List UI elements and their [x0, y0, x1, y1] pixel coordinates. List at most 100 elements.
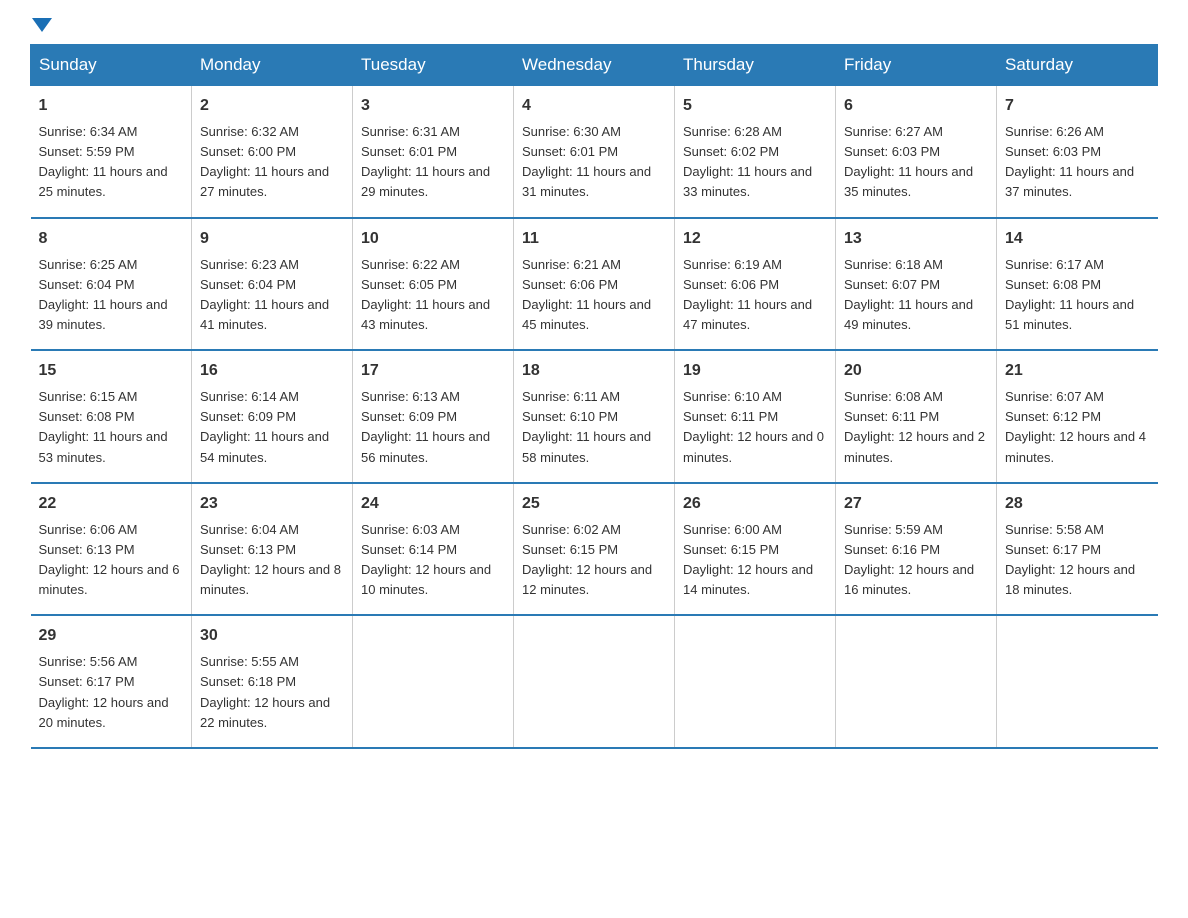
day-number: 30	[200, 624, 344, 648]
week-row-2: 8 Sunrise: 6:25 AMSunset: 6:04 PMDayligh…	[31, 218, 1158, 351]
day-cell: 11 Sunrise: 6:21 AMSunset: 6:06 PMDaylig…	[514, 218, 675, 351]
day-cell: 16 Sunrise: 6:14 AMSunset: 6:09 PMDaylig…	[192, 350, 353, 483]
day-cell: 21 Sunrise: 6:07 AMSunset: 6:12 PMDaylig…	[997, 350, 1158, 483]
col-header-friday: Friday	[836, 45, 997, 86]
day-cell: 24 Sunrise: 6:03 AMSunset: 6:14 PMDaylig…	[353, 483, 514, 616]
cell-info: Sunrise: 6:25 AMSunset: 6:04 PMDaylight:…	[39, 257, 168, 332]
day-number: 28	[1005, 492, 1150, 516]
day-number: 11	[522, 227, 666, 251]
day-cell	[514, 615, 675, 748]
day-number: 18	[522, 359, 666, 383]
logo-triangle-icon	[32, 18, 52, 32]
day-cell: 27 Sunrise: 5:59 AMSunset: 6:16 PMDaylig…	[836, 483, 997, 616]
cell-info: Sunrise: 6:07 AMSunset: 6:12 PMDaylight:…	[1005, 389, 1146, 464]
day-cell	[836, 615, 997, 748]
logo	[30, 20, 52, 34]
cell-info: Sunrise: 5:55 AMSunset: 6:18 PMDaylight:…	[200, 654, 330, 729]
day-cell: 15 Sunrise: 6:15 AMSunset: 6:08 PMDaylig…	[31, 350, 192, 483]
day-cell: 13 Sunrise: 6:18 AMSunset: 6:07 PMDaylig…	[836, 218, 997, 351]
col-header-saturday: Saturday	[997, 45, 1158, 86]
day-cell: 25 Sunrise: 6:02 AMSunset: 6:15 PMDaylig…	[514, 483, 675, 616]
cell-info: Sunrise: 6:21 AMSunset: 6:06 PMDaylight:…	[522, 257, 651, 332]
day-number: 14	[1005, 227, 1150, 251]
col-header-tuesday: Tuesday	[353, 45, 514, 86]
week-row-5: 29 Sunrise: 5:56 AMSunset: 6:17 PMDaylig…	[31, 615, 1158, 748]
day-number: 12	[683, 227, 827, 251]
cell-info: Sunrise: 6:34 AMSunset: 5:59 PMDaylight:…	[39, 124, 168, 199]
day-cell: 9 Sunrise: 6:23 AMSunset: 6:04 PMDayligh…	[192, 218, 353, 351]
day-cell: 18 Sunrise: 6:11 AMSunset: 6:10 PMDaylig…	[514, 350, 675, 483]
cell-info: Sunrise: 5:56 AMSunset: 6:17 PMDaylight:…	[39, 654, 169, 729]
day-cell: 22 Sunrise: 6:06 AMSunset: 6:13 PMDaylig…	[31, 483, 192, 616]
cell-info: Sunrise: 6:03 AMSunset: 6:14 PMDaylight:…	[361, 522, 491, 597]
day-number: 5	[683, 94, 827, 118]
day-number: 15	[39, 359, 184, 383]
cell-info: Sunrise: 6:11 AMSunset: 6:10 PMDaylight:…	[522, 389, 651, 464]
cell-info: Sunrise: 6:22 AMSunset: 6:05 PMDaylight:…	[361, 257, 490, 332]
day-cell: 1 Sunrise: 6:34 AMSunset: 5:59 PMDayligh…	[31, 86, 192, 218]
cell-info: Sunrise: 6:30 AMSunset: 6:01 PMDaylight:…	[522, 124, 651, 199]
day-number: 23	[200, 492, 344, 516]
day-number: 20	[844, 359, 988, 383]
day-cell	[997, 615, 1158, 748]
day-number: 27	[844, 492, 988, 516]
day-cell: 7 Sunrise: 6:26 AMSunset: 6:03 PMDayligh…	[997, 86, 1158, 218]
day-number: 8	[39, 227, 184, 251]
day-cell: 5 Sunrise: 6:28 AMSunset: 6:02 PMDayligh…	[675, 86, 836, 218]
col-header-monday: Monday	[192, 45, 353, 86]
calendar-header: SundayMondayTuesdayWednesdayThursdayFrid…	[31, 45, 1158, 86]
day-number: 29	[39, 624, 184, 648]
day-cell: 30 Sunrise: 5:55 AMSunset: 6:18 PMDaylig…	[192, 615, 353, 748]
cell-info: Sunrise: 6:26 AMSunset: 6:03 PMDaylight:…	[1005, 124, 1134, 199]
cell-info: Sunrise: 6:10 AMSunset: 6:11 PMDaylight:…	[683, 389, 824, 464]
day-number: 26	[683, 492, 827, 516]
day-number: 10	[361, 227, 505, 251]
day-cell: 10 Sunrise: 6:22 AMSunset: 6:05 PMDaylig…	[353, 218, 514, 351]
day-cell: 17 Sunrise: 6:13 AMSunset: 6:09 PMDaylig…	[353, 350, 514, 483]
day-cell: 20 Sunrise: 6:08 AMSunset: 6:11 PMDaylig…	[836, 350, 997, 483]
day-number: 21	[1005, 359, 1150, 383]
cell-info: Sunrise: 6:04 AMSunset: 6:13 PMDaylight:…	[200, 522, 341, 597]
col-header-wednesday: Wednesday	[514, 45, 675, 86]
day-number: 4	[522, 94, 666, 118]
col-header-sunday: Sunday	[31, 45, 192, 86]
cell-info: Sunrise: 6:13 AMSunset: 6:09 PMDaylight:…	[361, 389, 490, 464]
day-number: 3	[361, 94, 505, 118]
cell-info: Sunrise: 6:31 AMSunset: 6:01 PMDaylight:…	[361, 124, 490, 199]
calendar-table: SundayMondayTuesdayWednesdayThursdayFrid…	[30, 44, 1158, 749]
day-number: 24	[361, 492, 505, 516]
day-cell	[353, 615, 514, 748]
cell-info: Sunrise: 6:06 AMSunset: 6:13 PMDaylight:…	[39, 522, 180, 597]
day-number: 13	[844, 227, 988, 251]
day-number: 1	[39, 94, 184, 118]
day-cell	[675, 615, 836, 748]
day-cell: 23 Sunrise: 6:04 AMSunset: 6:13 PMDaylig…	[192, 483, 353, 616]
cell-info: Sunrise: 6:00 AMSunset: 6:15 PMDaylight:…	[683, 522, 813, 597]
cell-info: Sunrise: 6:28 AMSunset: 6:02 PMDaylight:…	[683, 124, 812, 199]
day-cell: 26 Sunrise: 6:00 AMSunset: 6:15 PMDaylig…	[675, 483, 836, 616]
week-row-3: 15 Sunrise: 6:15 AMSunset: 6:08 PMDaylig…	[31, 350, 1158, 483]
day-number: 7	[1005, 94, 1150, 118]
day-cell: 2 Sunrise: 6:32 AMSunset: 6:00 PMDayligh…	[192, 86, 353, 218]
cell-info: Sunrise: 6:14 AMSunset: 6:09 PMDaylight:…	[200, 389, 329, 464]
page-header	[0, 0, 1188, 44]
day-number: 9	[200, 227, 344, 251]
cell-info: Sunrise: 6:23 AMSunset: 6:04 PMDaylight:…	[200, 257, 329, 332]
week-row-4: 22 Sunrise: 6:06 AMSunset: 6:13 PMDaylig…	[31, 483, 1158, 616]
day-number: 25	[522, 492, 666, 516]
cell-info: Sunrise: 6:19 AMSunset: 6:06 PMDaylight:…	[683, 257, 812, 332]
cell-info: Sunrise: 5:59 AMSunset: 6:16 PMDaylight:…	[844, 522, 974, 597]
day-cell: 6 Sunrise: 6:27 AMSunset: 6:03 PMDayligh…	[836, 86, 997, 218]
day-number: 16	[200, 359, 344, 383]
day-number: 19	[683, 359, 827, 383]
cell-info: Sunrise: 6:17 AMSunset: 6:08 PMDaylight:…	[1005, 257, 1134, 332]
week-row-1: 1 Sunrise: 6:34 AMSunset: 5:59 PMDayligh…	[31, 86, 1158, 218]
cell-info: Sunrise: 6:02 AMSunset: 6:15 PMDaylight:…	[522, 522, 652, 597]
day-number: 17	[361, 359, 505, 383]
day-number: 6	[844, 94, 988, 118]
cell-info: Sunrise: 5:58 AMSunset: 6:17 PMDaylight:…	[1005, 522, 1135, 597]
day-cell: 8 Sunrise: 6:25 AMSunset: 6:04 PMDayligh…	[31, 218, 192, 351]
day-cell: 19 Sunrise: 6:10 AMSunset: 6:11 PMDaylig…	[675, 350, 836, 483]
day-cell: 28 Sunrise: 5:58 AMSunset: 6:17 PMDaylig…	[997, 483, 1158, 616]
day-cell: 29 Sunrise: 5:56 AMSunset: 6:17 PMDaylig…	[31, 615, 192, 748]
